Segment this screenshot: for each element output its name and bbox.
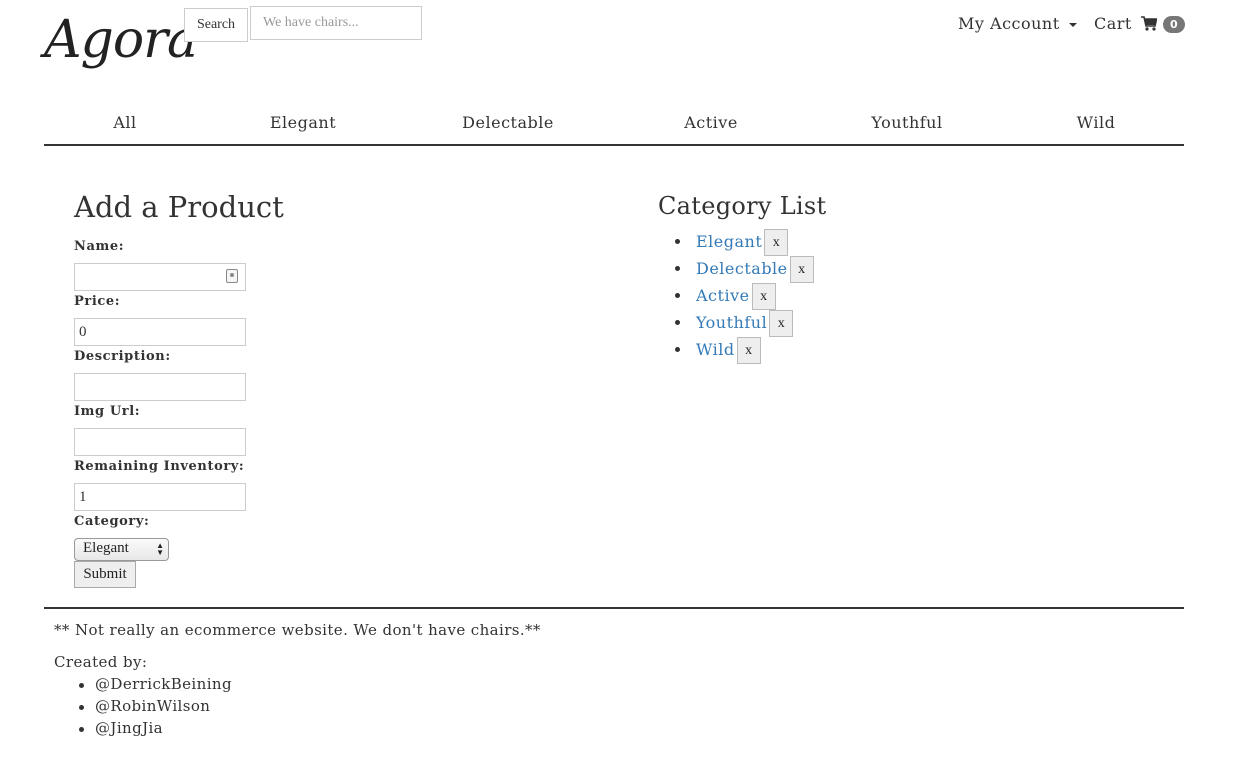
inventory-label: Remaining Inventory: bbox=[74, 459, 245, 474]
nav-item-active[interactable]: Active bbox=[684, 113, 738, 132]
my-account-dropdown[interactable]: My Account bbox=[958, 14, 1078, 33]
category-list-item: Delectable x bbox=[658, 256, 814, 283]
bullet-icon bbox=[79, 683, 84, 688]
delete-category-button[interactable]: x bbox=[789, 256, 814, 283]
delete-category-button[interactable]: x bbox=[736, 337, 761, 364]
category-link-active[interactable]: Active bbox=[696, 286, 750, 305]
nav-item-wild[interactable]: Wild bbox=[1077, 113, 1116, 132]
cart-link[interactable]: Cart 0 bbox=[1094, 14, 1186, 33]
author-item: @DerrickBeining bbox=[54, 675, 232, 697]
submit-button[interactable]: Submit bbox=[74, 561, 136, 588]
category-nav: All Elegant Delectable Active Youthful W… bbox=[44, 108, 1184, 146]
contact-card-icon[interactable] bbox=[226, 269, 238, 283]
price-field[interactable] bbox=[74, 318, 246, 346]
footer-disclaimer: ** Not really an ecommerce website. We d… bbox=[54, 621, 541, 639]
delete-category-button[interactable]: x bbox=[764, 229, 789, 256]
category-link-wild[interactable]: Wild bbox=[696, 340, 735, 359]
my-account-label: My Account bbox=[958, 14, 1060, 33]
author-name: @RobinWilson bbox=[95, 697, 211, 715]
author-item: @JingJia bbox=[54, 719, 232, 741]
bullet-icon bbox=[675, 347, 680, 352]
search-button[interactable]: Search bbox=[184, 8, 248, 42]
category-list-item: Youthful x bbox=[658, 310, 814, 337]
img-url-label: Img Url: bbox=[74, 404, 141, 419]
bullet-icon bbox=[675, 266, 680, 271]
nav-item-elegant[interactable]: Elegant bbox=[270, 113, 336, 132]
price-label: Price: bbox=[74, 294, 121, 309]
bullet-icon bbox=[79, 727, 84, 732]
img-url-field[interactable] bbox=[74, 428, 246, 456]
select-arrows-icon: ▲ ▼ bbox=[156, 541, 164, 557]
category-link-delectable[interactable]: Delectable bbox=[696, 259, 788, 278]
category-list-item: Active x bbox=[658, 283, 814, 310]
description-field[interactable] bbox=[74, 373, 246, 401]
authors-list: @DerrickBeining @RobinWilson @JingJia bbox=[54, 675, 232, 741]
shopping-cart-icon bbox=[1141, 16, 1158, 31]
add-product-title: Add a Product bbox=[74, 190, 284, 224]
category-link-elegant[interactable]: Elegant bbox=[696, 232, 762, 251]
inventory-field[interactable] bbox=[74, 483, 246, 511]
nav-item-delectable[interactable]: Delectable bbox=[462, 113, 554, 132]
bullet-icon bbox=[675, 293, 680, 298]
nav-item-youthful[interactable]: Youthful bbox=[871, 113, 942, 132]
category-select[interactable]: Elegant ▲ ▼ bbox=[74, 538, 169, 561]
category-select-value: Elegant bbox=[83, 540, 129, 556]
bullet-icon bbox=[675, 320, 680, 325]
category-link-youthful[interactable]: Youthful bbox=[696, 313, 767, 332]
cart-label: Cart bbox=[1094, 14, 1132, 33]
author-item: @RobinWilson bbox=[54, 697, 232, 719]
nav-item-all[interactable]: All bbox=[113, 113, 136, 132]
created-by-label: Created by: bbox=[54, 653, 148, 671]
category-list-item: Elegant x bbox=[658, 229, 814, 256]
description-label: Description: bbox=[74, 349, 171, 364]
delete-category-button[interactable]: x bbox=[769, 310, 794, 337]
author-name: @JingJia bbox=[95, 719, 164, 737]
bullet-icon bbox=[79, 705, 84, 710]
category-list-title: Category List bbox=[658, 192, 827, 220]
caret-down-icon bbox=[1069, 22, 1078, 27]
delete-category-button[interactable]: x bbox=[751, 283, 776, 310]
logo[interactable]: Agora bbox=[44, 14, 198, 66]
category-list-item: Wild x bbox=[658, 337, 814, 364]
author-name: @DerrickBeining bbox=[95, 675, 232, 693]
search-input[interactable] bbox=[250, 6, 422, 40]
footer-divider bbox=[44, 607, 1184, 609]
bullet-icon bbox=[675, 239, 680, 244]
name-field[interactable] bbox=[74, 263, 246, 291]
category-label: Category: bbox=[74, 514, 150, 529]
category-list: Elegant x Delectable x Active x Youthful x W… bbox=[658, 229, 814, 364]
cart-count-badge: 0 bbox=[1163, 16, 1186, 33]
name-label: Name: bbox=[74, 239, 125, 254]
